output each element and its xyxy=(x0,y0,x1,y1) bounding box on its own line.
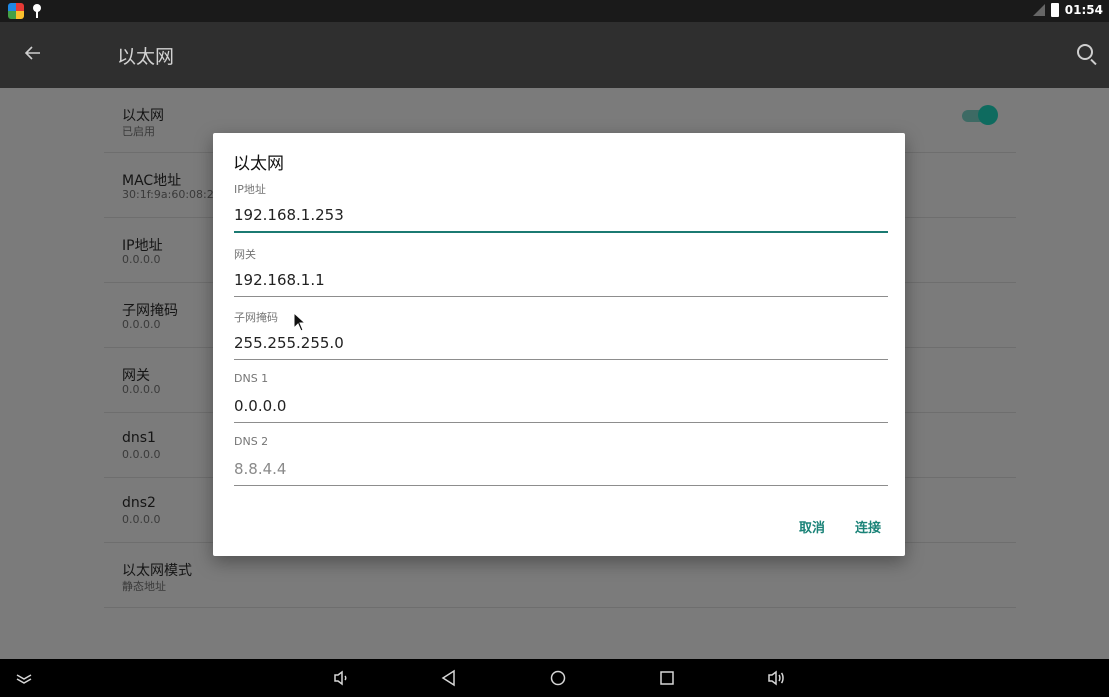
status-time: 01:54 xyxy=(1064,3,1103,17)
back-icon[interactable] xyxy=(439,668,459,688)
netmask-input[interactable]: 255.255.255.0 xyxy=(234,333,888,360)
ip-address-input[interactable]: 192.168.1.253 xyxy=(234,205,888,233)
ip-address-field-group: IP地址 192.168.1.253 xyxy=(234,181,888,233)
location-pin-icon xyxy=(32,3,42,19)
screen: 01:54 以太网 以太网 已启用 MAC地址 30:1f:9a:60:08:2 xyxy=(0,0,1109,697)
netmask-label: 子网掩码 xyxy=(234,311,278,324)
connect-button[interactable]: 连接 xyxy=(855,517,881,536)
gateway-input[interactable]: 192.168.1.1 xyxy=(234,270,888,297)
ethernet-config-dialog: 以太网 IP地址 192.168.1.253 网关 192.168.1.1 子网… xyxy=(213,133,905,556)
dns2-field-group: DNS 2 8.8.4.4 xyxy=(234,435,888,486)
setting-subtitle: 0.0.0.0 xyxy=(122,513,161,526)
ethernet-toggle[interactable] xyxy=(962,105,998,125)
setting-subtitle: 30:1f:9a:60:08:2 xyxy=(122,188,214,201)
ip-address-label: IP地址 xyxy=(234,183,266,196)
cancel-button[interactable]: 取消 xyxy=(799,517,825,536)
recent-apps-icon[interactable] xyxy=(657,668,677,688)
battery-icon xyxy=(1050,3,1059,17)
volume-down-icon[interactable] xyxy=(331,668,351,688)
dns1-label: DNS 1 xyxy=(234,372,269,385)
action-bar: 以太网 xyxy=(0,22,1109,88)
setting-title: 网关 xyxy=(122,368,150,384)
toggle-thumb xyxy=(978,105,998,125)
setting-title: 以太网模式 xyxy=(122,563,192,579)
netmask-field-group: 子网掩码 255.255.255.0 xyxy=(234,309,888,360)
navigation-bar xyxy=(0,659,1109,697)
no-signal-icon xyxy=(1032,4,1045,16)
app-notification-icon xyxy=(8,3,24,19)
setting-title: dns1 xyxy=(122,430,156,446)
gateway-label: 网关 xyxy=(234,248,256,261)
setting-subtitle: 0.0.0.0 xyxy=(122,318,161,331)
setting-subtitle: 0.0.0.0 xyxy=(122,383,161,396)
dns2-label: DNS 2 xyxy=(234,435,269,448)
setting-title: dns2 xyxy=(122,495,156,511)
dialog-title: 以太网 xyxy=(233,154,284,174)
setting-title: MAC地址 xyxy=(122,173,182,189)
setting-title: 以太网 xyxy=(122,108,164,124)
setting-title: IP地址 xyxy=(122,238,163,254)
dns1-input[interactable]: 0.0.0.0 xyxy=(234,396,888,423)
setting-title: 子网掩码 xyxy=(122,303,178,319)
home-icon[interactable] xyxy=(548,668,568,688)
dns1-field-group: DNS 1 0.0.0.0 xyxy=(234,372,888,423)
dns2-input[interactable]: 8.8.4.4 xyxy=(234,459,888,486)
setting-subtitle: 0.0.0.0 xyxy=(122,448,161,461)
collapse-chevron-icon[interactable] xyxy=(14,668,34,688)
page-title: 以太网 xyxy=(117,46,175,68)
setting-subtitle: 静态地址 xyxy=(122,580,166,593)
search-icon[interactable] xyxy=(1077,44,1093,60)
status-bar: 01:54 xyxy=(0,0,1109,22)
gateway-field-group: 网关 192.168.1.1 xyxy=(234,246,888,297)
setting-subtitle: 0.0.0.0 xyxy=(122,253,161,266)
volume-up-icon[interactable] xyxy=(766,668,786,688)
back-arrow-icon[interactable] xyxy=(22,42,44,64)
setting-subtitle: 已启用 xyxy=(122,125,155,138)
